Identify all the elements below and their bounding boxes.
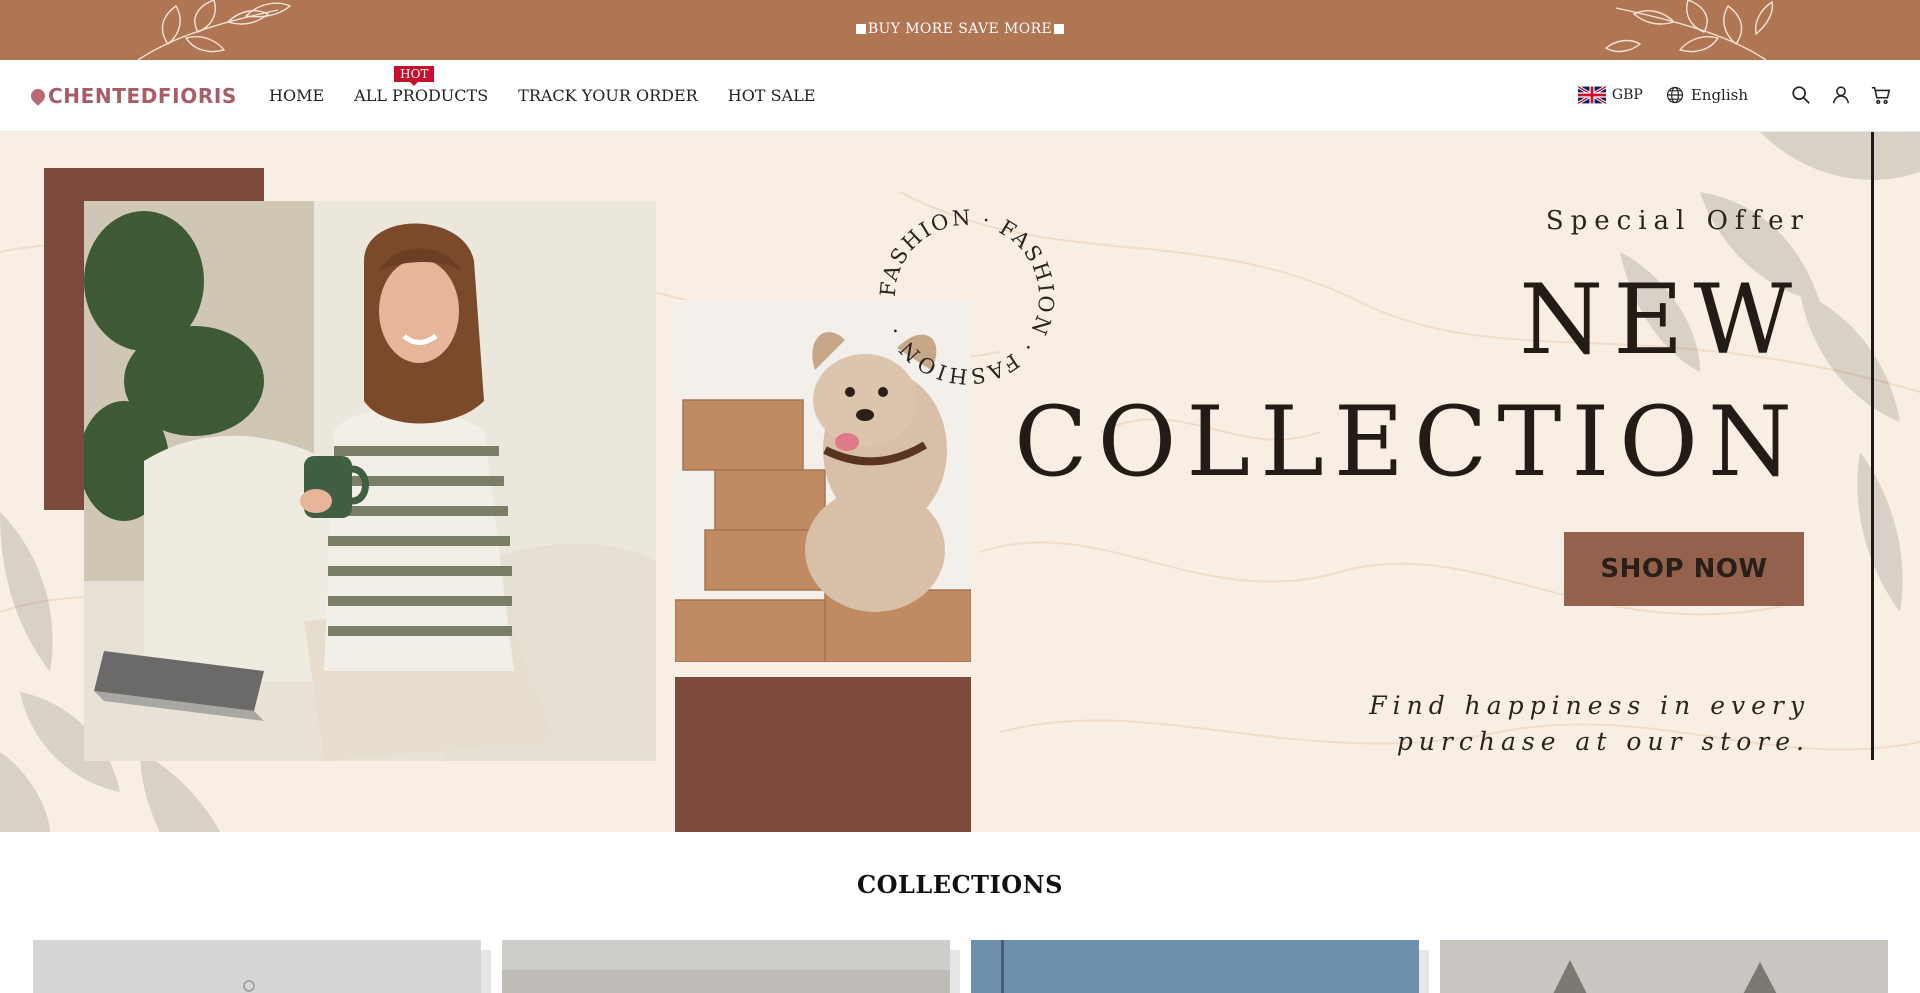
square-glyph-icon — [855, 24, 866, 34]
card-shadow — [481, 950, 491, 993]
hot-badge: HOT — [394, 66, 435, 86]
special-offer-label: Special Offer — [1545, 206, 1810, 236]
leaf-decoration-right — [1604, 0, 1774, 60]
headline-collection: COLLECTION — [1014, 386, 1802, 498]
nav-hot-sale[interactable]: HOT SALE — [728, 86, 816, 105]
collection-card-3[interactable] — [971, 940, 1419, 993]
collection-card-1[interactable] — [33, 940, 481, 993]
hero-banner[interactable]: FASHION · FASHION · FASHION · Special Of… — [0, 132, 1920, 832]
hero-tagline: Find happiness in every purchase at our … — [1369, 691, 1810, 756]
card-shadow — [1419, 950, 1429, 993]
headline-new: NEW — [1519, 264, 1802, 376]
square-glyph-icon — [1054, 24, 1065, 34]
shop-now-button[interactable]: SHOP NOW — [1564, 532, 1804, 606]
hero-divider-line — [1871, 132, 1874, 760]
currency-label: GBP — [1611, 87, 1643, 103]
decorative-brown-block — [675, 677, 971, 832]
fashion-ring-text: FASHION · FASHION · FASHION · — [876, 206, 1059, 389]
cart-icon[interactable] — [1870, 84, 1892, 106]
svg-text:FASHION · FASHION · FASHION ·: FASHION · FASHION · FASHION · — [876, 206, 1059, 389]
nav-all-products[interactable]: HOT ALL PRODUCTS — [354, 66, 488, 105]
hero-photo-woman — [84, 201, 656, 761]
currency-selector[interactable]: GBP — [1577, 86, 1643, 104]
collection-card-4[interactable] — [1440, 940, 1888, 993]
search-icon[interactable] — [1790, 84, 1812, 106]
collections-heading: COLLECTIONS — [857, 870, 1063, 899]
collection-cards — [33, 940, 1889, 993]
announcement-bar: BUY MORE SAVE MORE — [0, 0, 1920, 60]
nav-track-order[interactable]: TRACK YOUR ORDER — [518, 86, 698, 105]
site-logo[interactable]: CHENTEDFIORIS — [28, 84, 237, 108]
language-label: English — [1690, 86, 1748, 104]
language-selector[interactable]: English — [1665, 85, 1748, 105]
collection-card-2[interactable] — [502, 940, 950, 993]
globe-icon — [1666, 86, 1683, 104]
main-nav: HOME HOT ALL PRODUCTS TRACK YOUR ORDER H… — [269, 66, 816, 105]
uk-flag-icon — [1577, 86, 1606, 104]
header-tools: GBP English — [1577, 84, 1892, 106]
nav-home[interactable]: HOME — [269, 86, 324, 105]
site-header: CHENTEDFIORIS HOME HOT ALL PRODUCTS TRAC… — [0, 60, 1920, 132]
card-shadow — [950, 950, 960, 993]
account-icon[interactable] — [1830, 84, 1852, 106]
logo-flower-icon — [28, 86, 48, 106]
